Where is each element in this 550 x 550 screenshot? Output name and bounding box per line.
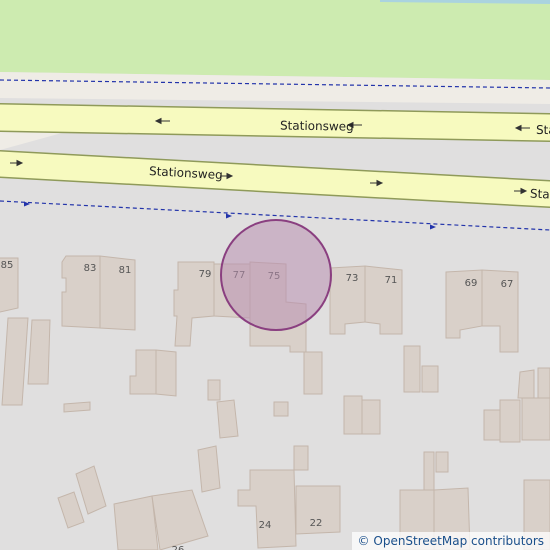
building — [343, 395, 363, 435]
building — [197, 445, 221, 493]
building — [499, 399, 521, 443]
building — [303, 351, 323, 395]
house-number: 73 — [346, 273, 359, 284]
building — [113, 495, 159, 550]
building — [435, 451, 449, 473]
house-number: 67 — [501, 279, 514, 290]
building — [63, 401, 91, 413]
building — [521, 397, 550, 441]
building — [403, 345, 421, 393]
building — [155, 349, 177, 397]
copyright-symbol: © — [357, 534, 370, 548]
road-label: Stat — [536, 123, 550, 137]
building — [361, 399, 381, 435]
house-number: 81 — [119, 265, 132, 276]
road-label: Stationsweg — [280, 118, 354, 133]
park-area — [0, 0, 550, 80]
building — [207, 379, 221, 401]
building — [273, 401, 289, 417]
house-number: 24 — [259, 520, 272, 531]
house-number: 83 — [84, 263, 97, 274]
building — [216, 399, 239, 439]
house-number: 22 — [310, 518, 323, 529]
building — [293, 445, 309, 471]
building — [537, 367, 550, 399]
road-label: Stat — [530, 186, 550, 201]
building — [517, 369, 535, 399]
house-number: 85 — [1, 260, 14, 271]
location-marker[interactable] — [220, 219, 332, 331]
building — [483, 409, 501, 441]
building — [421, 365, 439, 393]
building — [423, 451, 435, 491]
house-number: 79 — [199, 269, 212, 280]
building — [27, 319, 51, 385]
house-number: 71 — [385, 275, 398, 286]
house-number: 69 — [465, 278, 478, 289]
map-canvas[interactable]: Stationsweg Stat Stationsweg Stat 85 83 … — [0, 0, 550, 550]
attribution-link[interactable]: OpenStreetMap contributors — [373, 534, 544, 548]
map-attribution: © OpenStreetMap contributors — [351, 532, 550, 550]
house-number: 26 — [172, 545, 185, 550]
